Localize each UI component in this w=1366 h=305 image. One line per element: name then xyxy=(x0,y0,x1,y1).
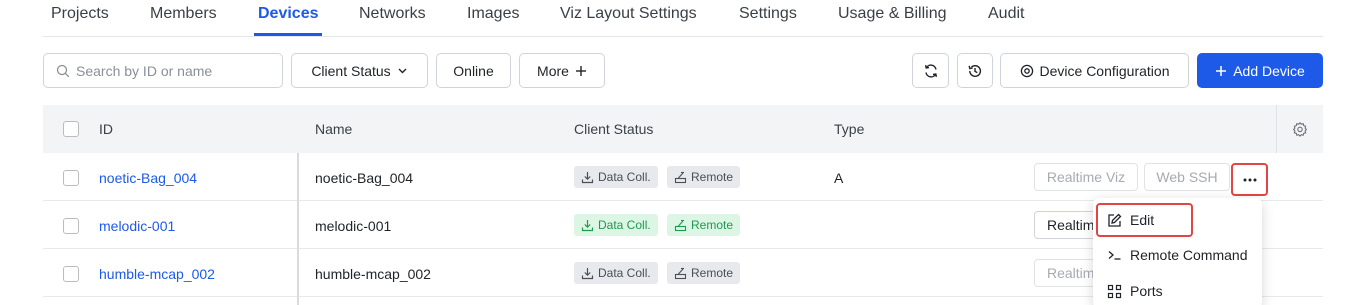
menu-item-edit[interactable]: Edit xyxy=(1096,203,1193,237)
row-checkbox[interactable] xyxy=(63,170,79,186)
device-id-link[interactable]: humble-mcap_002 xyxy=(99,266,215,282)
fixed-column-divider xyxy=(297,153,299,305)
terminal-icon xyxy=(1107,248,1122,263)
realtime-viz-label: Realtim xyxy=(1047,217,1095,233)
column-settings-icon[interactable] xyxy=(1292,121,1308,137)
select-all-checkbox[interactable] xyxy=(63,121,79,137)
device-name: humble-mcap_002 xyxy=(315,266,431,282)
download-icon xyxy=(581,171,594,184)
refresh-icon xyxy=(923,63,939,79)
plus-icon xyxy=(1215,65,1227,77)
menu-item-label: Remote Command xyxy=(1130,247,1248,263)
device-name: noetic-Bag_004 xyxy=(315,170,414,186)
add-device-label: Add Device xyxy=(1233,62,1305,79)
device-configuration-button[interactable]: Device Configuration xyxy=(1000,53,1189,88)
chevron-down-icon xyxy=(397,65,408,76)
refresh-button[interactable] xyxy=(912,53,949,88)
tag-label: Remote xyxy=(691,218,734,232)
tabs-divider xyxy=(43,36,1323,37)
router-icon xyxy=(674,219,687,232)
table-header: ID Name Client Status Type xyxy=(43,105,1323,153)
status-tag-remote: Remote xyxy=(667,262,741,284)
device-name: melodic-001 xyxy=(315,218,392,234)
search-placeholder: Search by ID or name xyxy=(76,62,213,79)
realtime-viz-button[interactable]: Realtime Viz xyxy=(1034,163,1138,191)
download-icon xyxy=(581,219,594,232)
status-tag-remote: Remote xyxy=(667,214,741,236)
tag-label: Data Coll. xyxy=(598,170,651,184)
tab-settings[interactable]: Settings xyxy=(739,5,797,23)
tab-members[interactable]: Members xyxy=(150,5,217,23)
tag-label: Data Coll. xyxy=(598,218,651,232)
menu-item-label: Ports xyxy=(1130,283,1163,299)
router-icon xyxy=(674,267,687,280)
tab-projects[interactable]: Projects xyxy=(51,5,109,23)
tag-label: Remote xyxy=(691,170,734,184)
more-label: More xyxy=(537,62,569,79)
status-tag-remote: Remote xyxy=(667,166,741,188)
column-header-id: ID xyxy=(99,121,113,137)
online-label: Online xyxy=(453,62,494,79)
tab-viz-layout-settings[interactable]: Viz Layout Settings xyxy=(560,5,697,23)
tab-devices[interactable]: Devices xyxy=(258,5,319,23)
tab-audit[interactable]: Audit xyxy=(988,5,1024,23)
ports-icon xyxy=(1107,284,1122,299)
status-tag-data-collection: Data Coll. xyxy=(574,166,658,188)
table-row: noetic-Bag_004 noetic-Bag_004 Data Coll.… xyxy=(43,153,1323,201)
row-checkbox[interactable] xyxy=(63,266,79,282)
status-tag-data-collection: Data Coll. xyxy=(574,214,658,236)
more-actions-button[interactable] xyxy=(1231,163,1268,196)
gear-icon xyxy=(1020,64,1034,78)
status-tag-data-collection: Data Coll. xyxy=(574,262,658,284)
realtime-viz-label: Realtim xyxy=(1047,265,1095,281)
search-input[interactable]: Search by ID or name xyxy=(43,53,283,88)
router-icon xyxy=(674,171,687,184)
tag-label: Data Coll. xyxy=(598,266,651,280)
edit-icon xyxy=(1107,213,1122,228)
menu-item-remote-command[interactable]: Remote Command xyxy=(1093,238,1262,272)
web-ssh-label: Web SSH xyxy=(1156,169,1218,185)
device-id-link[interactable]: noetic-Bag_004 xyxy=(99,170,197,186)
history-button[interactable] xyxy=(957,53,993,88)
add-device-button[interactable]: Add Device xyxy=(1197,53,1323,88)
plus-icon xyxy=(575,65,587,77)
ellipsis-icon xyxy=(1243,178,1257,182)
header-divider xyxy=(1276,105,1277,153)
row-checkbox[interactable] xyxy=(63,218,79,234)
search-icon xyxy=(56,64,70,78)
client-status-label: Client Status xyxy=(311,62,391,79)
client-status-filter[interactable]: Client Status xyxy=(291,53,428,88)
history-icon xyxy=(967,63,983,79)
web-ssh-button[interactable]: Web SSH xyxy=(1144,163,1230,191)
column-header-name: Name xyxy=(315,121,353,137)
column-header-client-status: Client Status xyxy=(574,121,654,137)
tab-images[interactable]: Images xyxy=(467,5,519,23)
online-filter-button[interactable]: Online xyxy=(436,53,511,88)
menu-item-label: Edit xyxy=(1130,212,1155,228)
menu-item-ports[interactable]: Ports xyxy=(1093,274,1262,305)
more-actions-menu: Edit Remote Command Ports xyxy=(1093,198,1262,305)
device-configuration-label: Device Configuration xyxy=(1039,62,1170,79)
column-header-type: Type xyxy=(834,121,865,137)
download-icon xyxy=(581,267,594,280)
device-type: A xyxy=(834,170,844,186)
realtime-viz-label: Realtime Viz xyxy=(1046,169,1126,185)
device-id-link[interactable]: melodic-001 xyxy=(99,218,175,234)
tag-label: Remote xyxy=(691,266,734,280)
top-nav-tabs: Projects Members Devices Networks Images… xyxy=(0,0,1366,36)
tab-usage-billing[interactable]: Usage & Billing xyxy=(838,5,947,23)
tab-networks[interactable]: Networks xyxy=(359,5,426,23)
more-filters-button[interactable]: More xyxy=(519,53,605,88)
